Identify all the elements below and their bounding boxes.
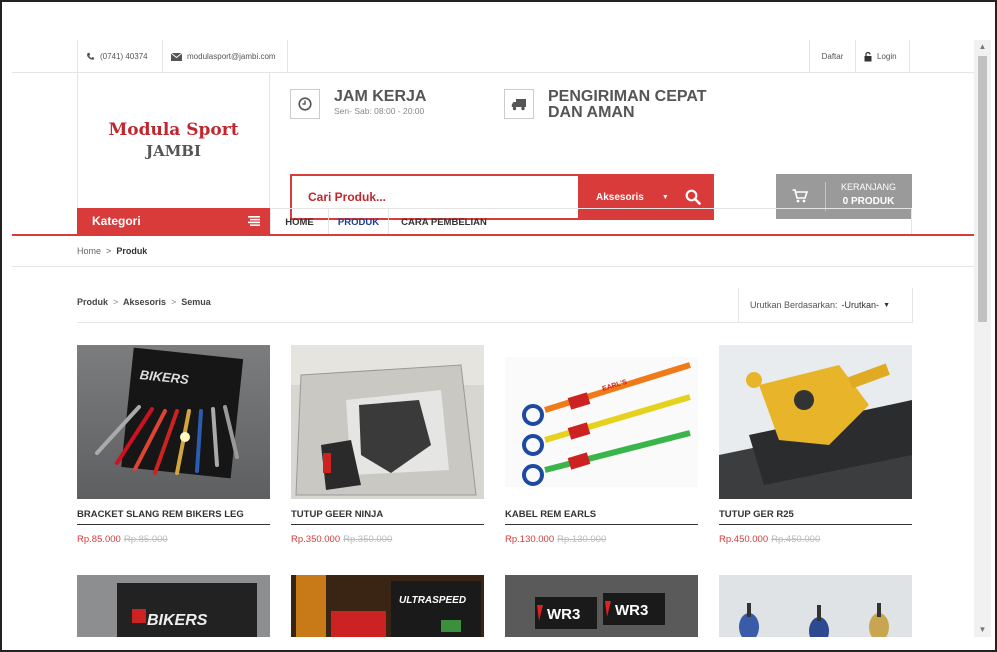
phone-contact[interactable]: (0741) 40374 [77, 40, 162, 73]
breadcrumb-home[interactable]: Home [77, 246, 101, 256]
category-menu-button[interactable]: Kategori [77, 208, 270, 234]
product-image-kabel-rem-earls[interactable]: EARL'S [505, 345, 698, 499]
product-old-price: Rp.350.000 [343, 534, 393, 545]
page-content: (0741) 40374 modulasport@jambi.com Dafta… [12, 40, 974, 637]
shipping-title-1: PENGIRIMAN CEPAT [548, 88, 707, 105]
product-breadcrumb-aksesoris[interactable]: Aksesoris [123, 297, 166, 307]
cart-icon [792, 189, 808, 203]
brand-label: WR3 [615, 602, 648, 619]
product-old-price: Rp.450.000 [771, 534, 821, 545]
logo-subtitle: JAMBI [145, 142, 202, 160]
vertical-scrollbar[interactable]: ▲ ▼ [974, 40, 991, 637]
working-hours-box: JAM KERJA Sen- Sab: 08:00 - 20:00 [290, 89, 426, 119]
product-price: Rp.450.000 [719, 534, 769, 545]
product-breadcrumb-semua: Semua [181, 297, 211, 307]
shipping-title-2: DAN AMAN [548, 104, 635, 121]
breadcrumb: Home > Produk [12, 236, 974, 267]
product-price-row: Rp.350.000 Rp.350.000 [291, 534, 484, 545]
site-header: Modula Sport JAMBI JAM KERJA Sen- Sab: 0… [12, 73, 974, 220]
product-name[interactable]: KABEL REM EARLS [505, 509, 698, 524]
nav-produk[interactable]: PRODUK [329, 209, 389, 235]
caret-down-icon: ▼ [883, 301, 890, 309]
divider [77, 322, 913, 323]
product-divider [77, 524, 270, 525]
product-breadcrumb: Produk > Aksesoris > Semua [77, 297, 211, 307]
hours-title: JAM KERJA [334, 88, 427, 105]
product-name[interactable]: TUTUP GER R25 [719, 509, 912, 524]
clock-icon [290, 89, 320, 119]
scroll-up-arrow-icon[interactable]: ▲ [974, 40, 991, 54]
breadcrumb-separator: > [106, 246, 112, 256]
truck-icon [504, 89, 534, 119]
mail-icon [171, 52, 182, 61]
product-divider [505, 524, 698, 525]
scroll-thumb[interactable] [978, 56, 987, 322]
product-breadcrumb-produk[interactable]: Produk [77, 297, 108, 307]
sort-value: -Urutkan- [841, 300, 880, 310]
product-old-price: Rp.85.000 [123, 534, 168, 545]
product-image-ultraspeed[interactable]: ULTRASPEED [291, 575, 484, 637]
main-nav: HOME PRODUK CARA PEMBELIAN [270, 208, 912, 235]
brand-label: ULTRASPEED [399, 595, 466, 606]
product-name[interactable]: TUTUP GEER NINJA [291, 509, 484, 524]
nav-cara-pembelian[interactable]: CARA PEMBELIAN [389, 209, 499, 235]
register-link[interactable]: Daftar [809, 40, 855, 73]
lock-icon [864, 51, 872, 61]
product-old-price: Rp.130.000 [557, 534, 607, 545]
product-price: Rp.130.000 [505, 534, 555, 545]
product-image-bulbs[interactable] [719, 575, 912, 637]
search-input[interactable]: Cari Produk... [308, 190, 386, 204]
product-card[interactable]: BIKERS BRACKET SLANG REM BIKERS LEG Rp.8… [77, 345, 270, 545]
register-label: Daftar [821, 52, 844, 61]
shipping-box: PENGIRIMAN CEPAT DAN AMAN [504, 89, 707, 121]
category-menu-label: Kategori [92, 214, 141, 228]
product-divider [719, 524, 912, 525]
product-name[interactable]: BRACKET SLANG REM BIKERS LEG [77, 509, 270, 524]
product-card[interactable]: TUTUP GER R25 Rp.450.000 Rp.450.000 [719, 345, 912, 545]
category-select-value: Aksesoris [596, 191, 644, 203]
nav-home[interactable]: HOME [271, 209, 329, 235]
brand-label: BIKERS [147, 612, 208, 629]
product-price-row: Rp.130.000 Rp.130.000 [505, 534, 698, 545]
cart-label: KERANJANG [840, 182, 896, 192]
product-price-row: Rp.450.000 Rp.450.000 [719, 534, 912, 545]
search-icon [685, 189, 701, 205]
top-bar: (0741) 40374 modulasport@jambi.com Dafta… [12, 40, 974, 73]
brand-label: WR3 [547, 606, 580, 623]
product-price: Rp.350.000 [291, 534, 341, 545]
product-image-wr3[interactable]: WR3 WR3 [505, 575, 698, 637]
breadcrumb-current: Produk [116, 246, 148, 256]
phone-icon [87, 52, 95, 60]
cart-count: 0 PRODUK [842, 196, 895, 207]
product-price-row: Rp.85.000 Rp.85.000 [77, 534, 270, 545]
login-link[interactable]: Login [855, 40, 910, 73]
menu-icon [237, 213, 270, 229]
login-label: Login [877, 52, 897, 61]
product-image-bracket[interactable]: BIKERS [77, 345, 270, 499]
product-price: Rp.85.000 [77, 534, 121, 545]
email-text: modulasport@jambi.com [187, 52, 276, 61]
product-image-tutup-geer-ninja[interactable] [291, 345, 484, 499]
browser-frame: (0741) 40374 modulasport@jambi.com Dafta… [0, 0, 997, 652]
hours-subtitle: Sen- Sab: 08:00 - 20:00 [334, 106, 425, 116]
product-card[interactable]: TUTUP GEER NINJA Rp.350.000 Rp.350.000 [291, 345, 484, 545]
product-divider [291, 524, 484, 525]
product-card[interactable]: EARL'S KABEL REM EARLS Rp.130.000 Rp.130.… [505, 345, 698, 545]
product-image-bikers-2[interactable]: BIKERS [77, 575, 270, 637]
caret-down-icon: ▼ [661, 193, 669, 201]
phone-text: (0741) 40374 [100, 52, 148, 61]
product-breadcrumb-sep-1: > [113, 297, 119, 307]
cart-divider [825, 182, 826, 211]
scroll-down-arrow-icon[interactable]: ▼ [974, 623, 991, 637]
sort-label: Urutkan Berdasarkan: [750, 300, 838, 310]
site-logo[interactable]: Modula Sport JAMBI [77, 73, 270, 208]
logo-title: Modula Sport [108, 120, 239, 140]
sort-select[interactable]: Urutkan Berdasarkan: -Urutkan- ▼ [738, 288, 913, 322]
email-contact[interactable]: modulasport@jambi.com [162, 40, 288, 73]
product-image-tutup-ger-r25[interactable] [719, 345, 912, 499]
product-breadcrumb-sep-2: > [171, 297, 177, 307]
